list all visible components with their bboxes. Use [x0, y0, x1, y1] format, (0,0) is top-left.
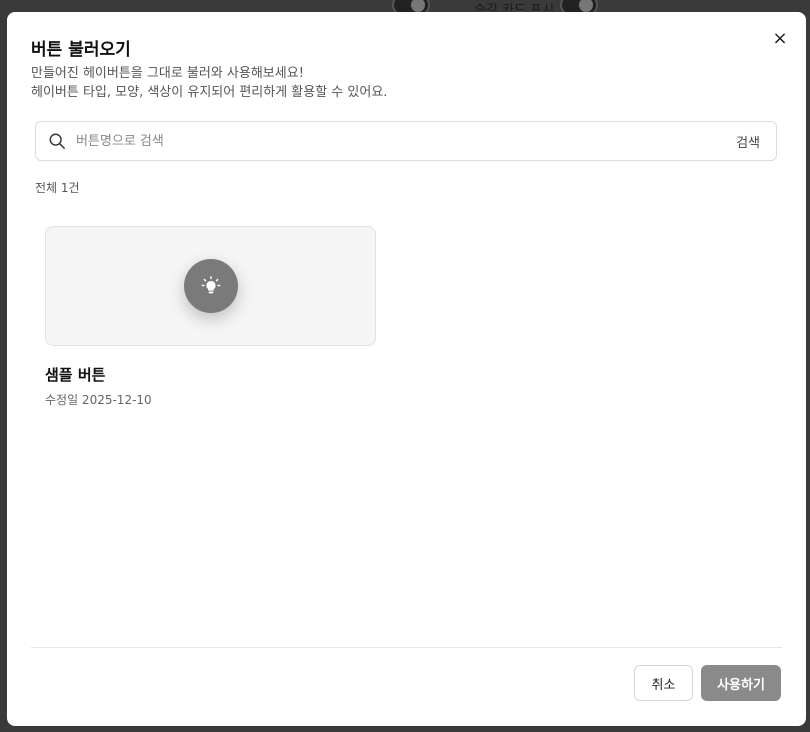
card-modified-date: 수정일 2025-12-10	[45, 393, 152, 407]
load-button-modal: × 버튼 불러오기 만들어진 헤이버튼을 그대로 불러와 사용해보세요! 헤이버…	[7, 12, 806, 726]
use-button[interactable]: 사용하기	[701, 665, 781, 701]
search-button[interactable]: 검색	[736, 132, 760, 151]
card-name: 샘플 버튼	[45, 366, 106, 384]
close-button[interactable]: ×	[770, 27, 790, 49]
total-count: 전체 1건	[35, 181, 80, 195]
search-input[interactable]	[76, 133, 737, 149]
cancel-button[interactable]: 취소	[634, 665, 693, 701]
card-thumbnail[interactable]	[45, 226, 376, 346]
close-icon: ×	[772, 27, 788, 49]
search-box: 검색	[35, 121, 777, 161]
button-card[interactable]: 샘플 버튼 수정일 2025-12-10	[45, 226, 376, 408]
lightbulb-icon	[201, 276, 220, 294]
button-preview	[183, 259, 238, 313]
search-icon	[49, 133, 65, 149]
description-line-1: 만들어진 헤이버튼을 그대로 불러와 사용해보세요!	[31, 66, 304, 81]
background-label: 숨김 카드 표시	[474, 3, 555, 11]
footer-divider	[31, 647, 782, 648]
modal-title: 버튼 불러오기	[31, 40, 131, 60]
description-line-2: 헤이버튼 타입, 모양, 색상이 유지되어 편리하게 활용할 수 있어요.	[31, 85, 388, 100]
modal-description: 만들어진 헤이버튼을 그대로 불러와 사용해보세요! 헤이버튼 타입, 모양, …	[31, 64, 387, 102]
